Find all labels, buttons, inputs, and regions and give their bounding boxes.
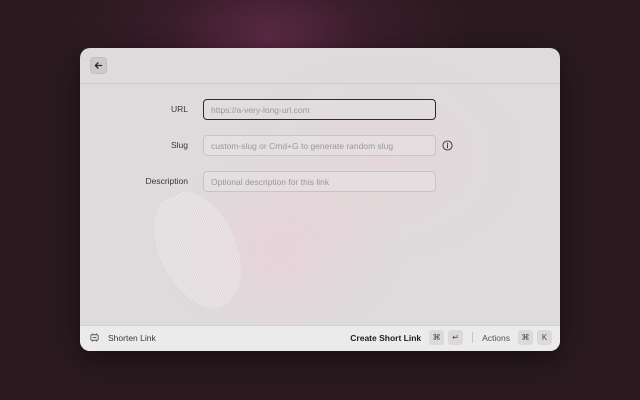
slug-input[interactable] bbox=[203, 135, 436, 156]
arrow-left-icon bbox=[94, 62, 103, 69]
slug-label: Slug bbox=[170, 140, 188, 150]
description-label: Description bbox=[145, 176, 188, 186]
action-bar: Shorten Link Create Short Link ⌘ ↵ Actio… bbox=[80, 325, 560, 351]
actions-button[interactable]: Actions bbox=[482, 333, 510, 343]
back-button[interactable] bbox=[90, 57, 107, 74]
link-shortener-icon bbox=[90, 333, 99, 342]
command-info: Shorten Link bbox=[89, 332, 156, 343]
info-icon[interactable] bbox=[442, 140, 453, 151]
description-input[interactable] bbox=[203, 171, 436, 192]
command-key-icon: ⌘ bbox=[518, 330, 533, 345]
raycast-window: URL Slug Description Shorten Link bbox=[80, 48, 560, 351]
wallpaper-dither bbox=[130, 170, 280, 325]
divider bbox=[472, 332, 474, 343]
create-short-link-button[interactable]: Create Short Link bbox=[350, 333, 421, 343]
return-key-icon: ↵ bbox=[448, 330, 464, 345]
url-input[interactable] bbox=[203, 99, 436, 120]
url-row: URL bbox=[80, 99, 560, 121]
actions-area: Create Short Link ⌘ ↵ Actions ⌘ K bbox=[350, 330, 552, 345]
description-row: Description bbox=[80, 171, 560, 193]
url-label: URL bbox=[170, 104, 188, 114]
command-title: Shorten Link bbox=[108, 332, 156, 343]
slug-row: Slug bbox=[80, 135, 560, 157]
top-bar bbox=[80, 48, 560, 84]
k-key-icon: K bbox=[537, 330, 552, 345]
command-key-icon: ⌘ bbox=[429, 330, 445, 345]
